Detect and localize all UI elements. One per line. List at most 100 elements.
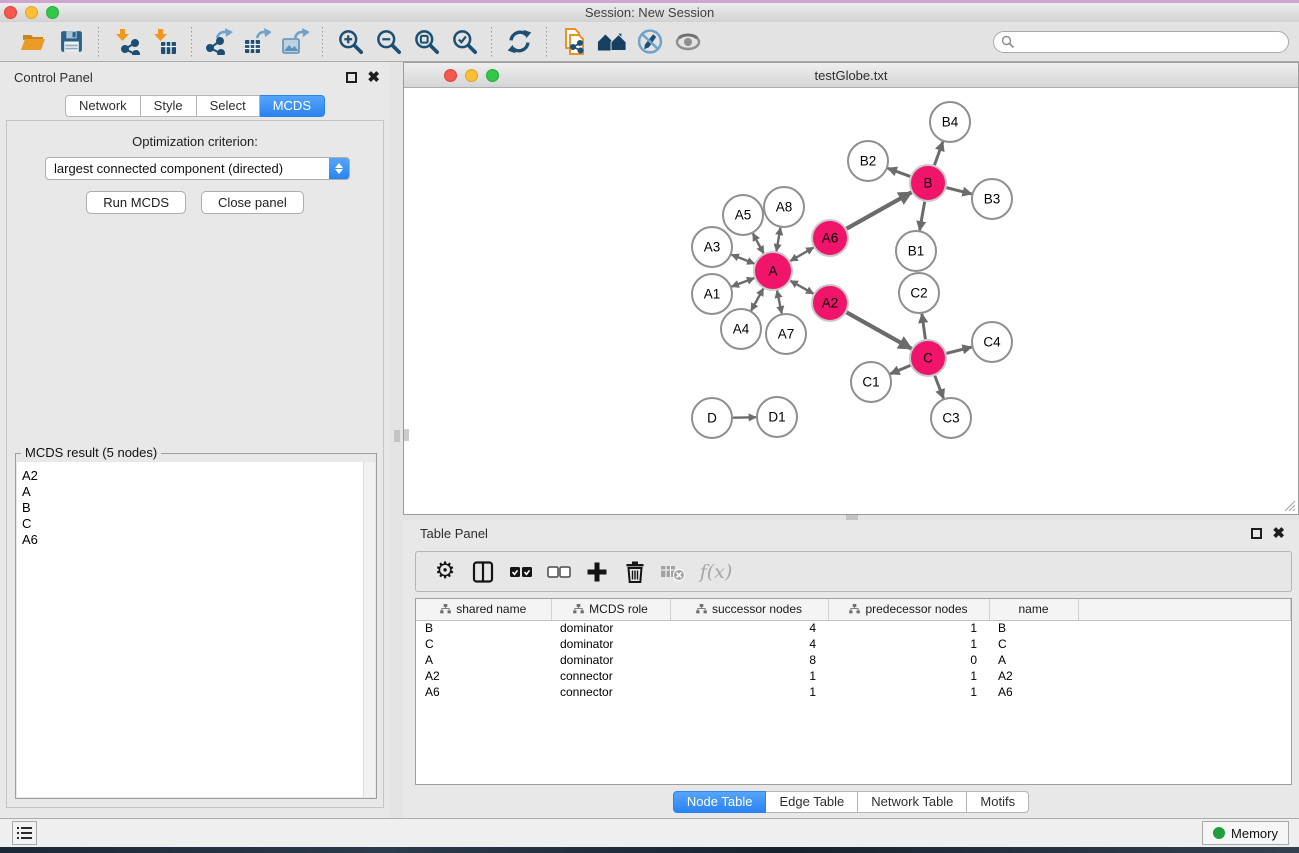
mcds-result-list[interactable]: A2ABCA6 bbox=[17, 462, 363, 797]
column-header-shared-name[interactable]: shared name bbox=[416, 599, 551, 620]
edge-B-B2[interactable] bbox=[888, 168, 910, 176]
tab-node-table[interactable]: Node Table bbox=[673, 791, 767, 813]
table-cell[interactable]: B bbox=[989, 620, 1078, 636]
network-minimize-button[interactable] bbox=[465, 69, 478, 82]
node-C2[interactable]: C2 bbox=[899, 273, 939, 313]
hide-graphics-details-button[interactable] bbox=[634, 26, 666, 58]
node-A7[interactable]: A7 bbox=[766, 314, 806, 354]
node-A1[interactable]: A1 bbox=[692, 274, 732, 314]
result-scrollbar[interactable] bbox=[363, 462, 375, 797]
node-B1[interactable]: B1 bbox=[896, 231, 936, 271]
float-table-panel-icon[interactable] bbox=[1251, 528, 1262, 539]
refresh-view-button[interactable] bbox=[503, 26, 535, 58]
edge-A-A1[interactable] bbox=[732, 278, 755, 287]
table-cell[interactable]: C bbox=[989, 636, 1078, 652]
node-D[interactable]: D bbox=[692, 398, 732, 438]
export-image-button[interactable] bbox=[279, 26, 311, 58]
save-session-button[interactable] bbox=[55, 26, 87, 58]
edge-B-B4[interactable] bbox=[934, 142, 942, 165]
tab-network[interactable]: Network bbox=[65, 95, 141, 117]
resize-grip-icon[interactable] bbox=[1282, 498, 1296, 512]
node-A5[interactable]: A5 bbox=[723, 195, 763, 235]
result-list-item[interactable]: A2 bbox=[22, 468, 363, 484]
export-table-button[interactable] bbox=[241, 26, 273, 58]
tab-select[interactable]: Select bbox=[197, 95, 260, 117]
table-cell[interactable]: A bbox=[989, 652, 1078, 668]
table-cell[interactable]: 1 bbox=[670, 684, 828, 700]
result-list-item[interactable]: A6 bbox=[22, 532, 363, 548]
table-cell[interactable]: 4 bbox=[670, 636, 828, 652]
table-cell[interactable]: B bbox=[416, 620, 551, 636]
node-C3[interactable]: C3 bbox=[931, 398, 971, 438]
run-mcds-button[interactable]: Run MCDS bbox=[86, 191, 186, 214]
node-A6[interactable]: A6 bbox=[812, 220, 848, 256]
column-header-successor-nodes[interactable]: successor nodes bbox=[670, 599, 828, 620]
result-list-item[interactable]: A bbox=[22, 484, 363, 500]
table-row[interactable]: Adominator80A bbox=[416, 652, 1291, 668]
edge-C-C1[interactable] bbox=[890, 365, 910, 373]
zoom-selected-button[interactable] bbox=[448, 26, 480, 58]
tab-edge-table[interactable]: Edge Table bbox=[766, 791, 858, 813]
table-cell[interactable]: 8 bbox=[670, 652, 828, 668]
table-cell[interactable]: A2 bbox=[989, 668, 1078, 684]
edge-A-A3[interactable] bbox=[732, 255, 755, 264]
unselect-all-checks-button[interactable] bbox=[542, 556, 576, 588]
network-close-button[interactable] bbox=[444, 69, 457, 82]
edge-C-C4[interactable] bbox=[946, 347, 971, 353]
show-columns-button[interactable] bbox=[466, 556, 500, 588]
table-cell[interactable]: A6 bbox=[989, 684, 1078, 700]
table-cell[interactable]: dominator bbox=[551, 620, 670, 636]
canvas-scroll-thumb[interactable] bbox=[404, 429, 409, 441]
create-column-button[interactable] bbox=[580, 556, 614, 588]
delete-table-button[interactable] bbox=[656, 556, 690, 588]
table-row[interactable]: A6connector11A6 bbox=[416, 684, 1291, 700]
edge-A-A4[interactable] bbox=[751, 289, 763, 311]
tab-network-table[interactable]: Network Table bbox=[858, 791, 967, 813]
table-row[interactable]: Cdominator41C bbox=[416, 636, 1291, 652]
edge-A-A2[interactable] bbox=[790, 281, 813, 294]
node-A3[interactable]: A3 bbox=[692, 227, 732, 267]
table-options-button[interactable]: ⚙ bbox=[428, 556, 462, 588]
node-A2[interactable]: A2 bbox=[812, 285, 848, 321]
column-header-name[interactable]: name bbox=[989, 599, 1078, 620]
criterion-dropdown[interactable]: largest connected component (directed) bbox=[45, 157, 350, 180]
table-cell[interactable]: A2 bbox=[416, 668, 551, 684]
task-history-button[interactable] bbox=[12, 821, 37, 845]
table-cell[interactable]: 1 bbox=[828, 620, 989, 636]
edge-B-B1[interactable] bbox=[920, 202, 925, 231]
table-cell[interactable]: connector bbox=[551, 668, 670, 684]
zoom-out-button[interactable] bbox=[372, 26, 404, 58]
table-header-row[interactable]: shared nameMCDS rolesuccessor nodesprede… bbox=[416, 599, 1291, 620]
close-panel-button[interactable]: Close panel bbox=[201, 191, 304, 214]
node-B[interactable]: B bbox=[910, 165, 946, 201]
memory-button[interactable]: Memory bbox=[1202, 821, 1289, 845]
edge-A-A7[interactable] bbox=[777, 291, 782, 314]
open-session-button[interactable] bbox=[17, 26, 49, 58]
node-A4[interactable]: A4 bbox=[721, 309, 761, 349]
zoom-fit-button[interactable] bbox=[410, 26, 442, 58]
table-cell[interactable]: connector bbox=[551, 684, 670, 700]
column-header-mcds-role[interactable]: MCDS role bbox=[551, 599, 670, 620]
node-A[interactable]: A bbox=[754, 252, 792, 290]
node-B3[interactable]: B3 bbox=[972, 179, 1012, 219]
node-C4[interactable]: C4 bbox=[972, 322, 1012, 362]
edge-A-A6[interactable] bbox=[790, 248, 813, 261]
search-input[interactable] bbox=[993, 31, 1289, 53]
tab-style[interactable]: Style bbox=[141, 95, 197, 117]
export-network-button[interactable] bbox=[203, 26, 235, 58]
edge-A-A5[interactable] bbox=[753, 234, 764, 254]
float-panel-icon[interactable] bbox=[346, 72, 357, 83]
table-cell[interactable]: A bbox=[416, 652, 551, 668]
node-A8[interactable]: A8 bbox=[764, 187, 804, 227]
home-button[interactable] bbox=[596, 26, 628, 58]
close-window-button[interactable] bbox=[4, 6, 17, 19]
vertical-split-divider[interactable] bbox=[390, 62, 403, 818]
function-builder-button[interactable]: f(x) bbox=[694, 556, 738, 588]
table-cell[interactable]: A6 bbox=[416, 684, 551, 700]
table-cell[interactable]: 1 bbox=[828, 668, 989, 684]
close-table-panel-icon[interactable]: ✖ bbox=[1272, 528, 1285, 539]
network-zoom-button[interactable] bbox=[486, 69, 499, 82]
node-D1[interactable]: D1 bbox=[757, 397, 797, 437]
tab-motifs[interactable]: Motifs bbox=[967, 791, 1029, 813]
network-window-titlebar[interactable]: testGlobe.txt bbox=[404, 63, 1298, 88]
